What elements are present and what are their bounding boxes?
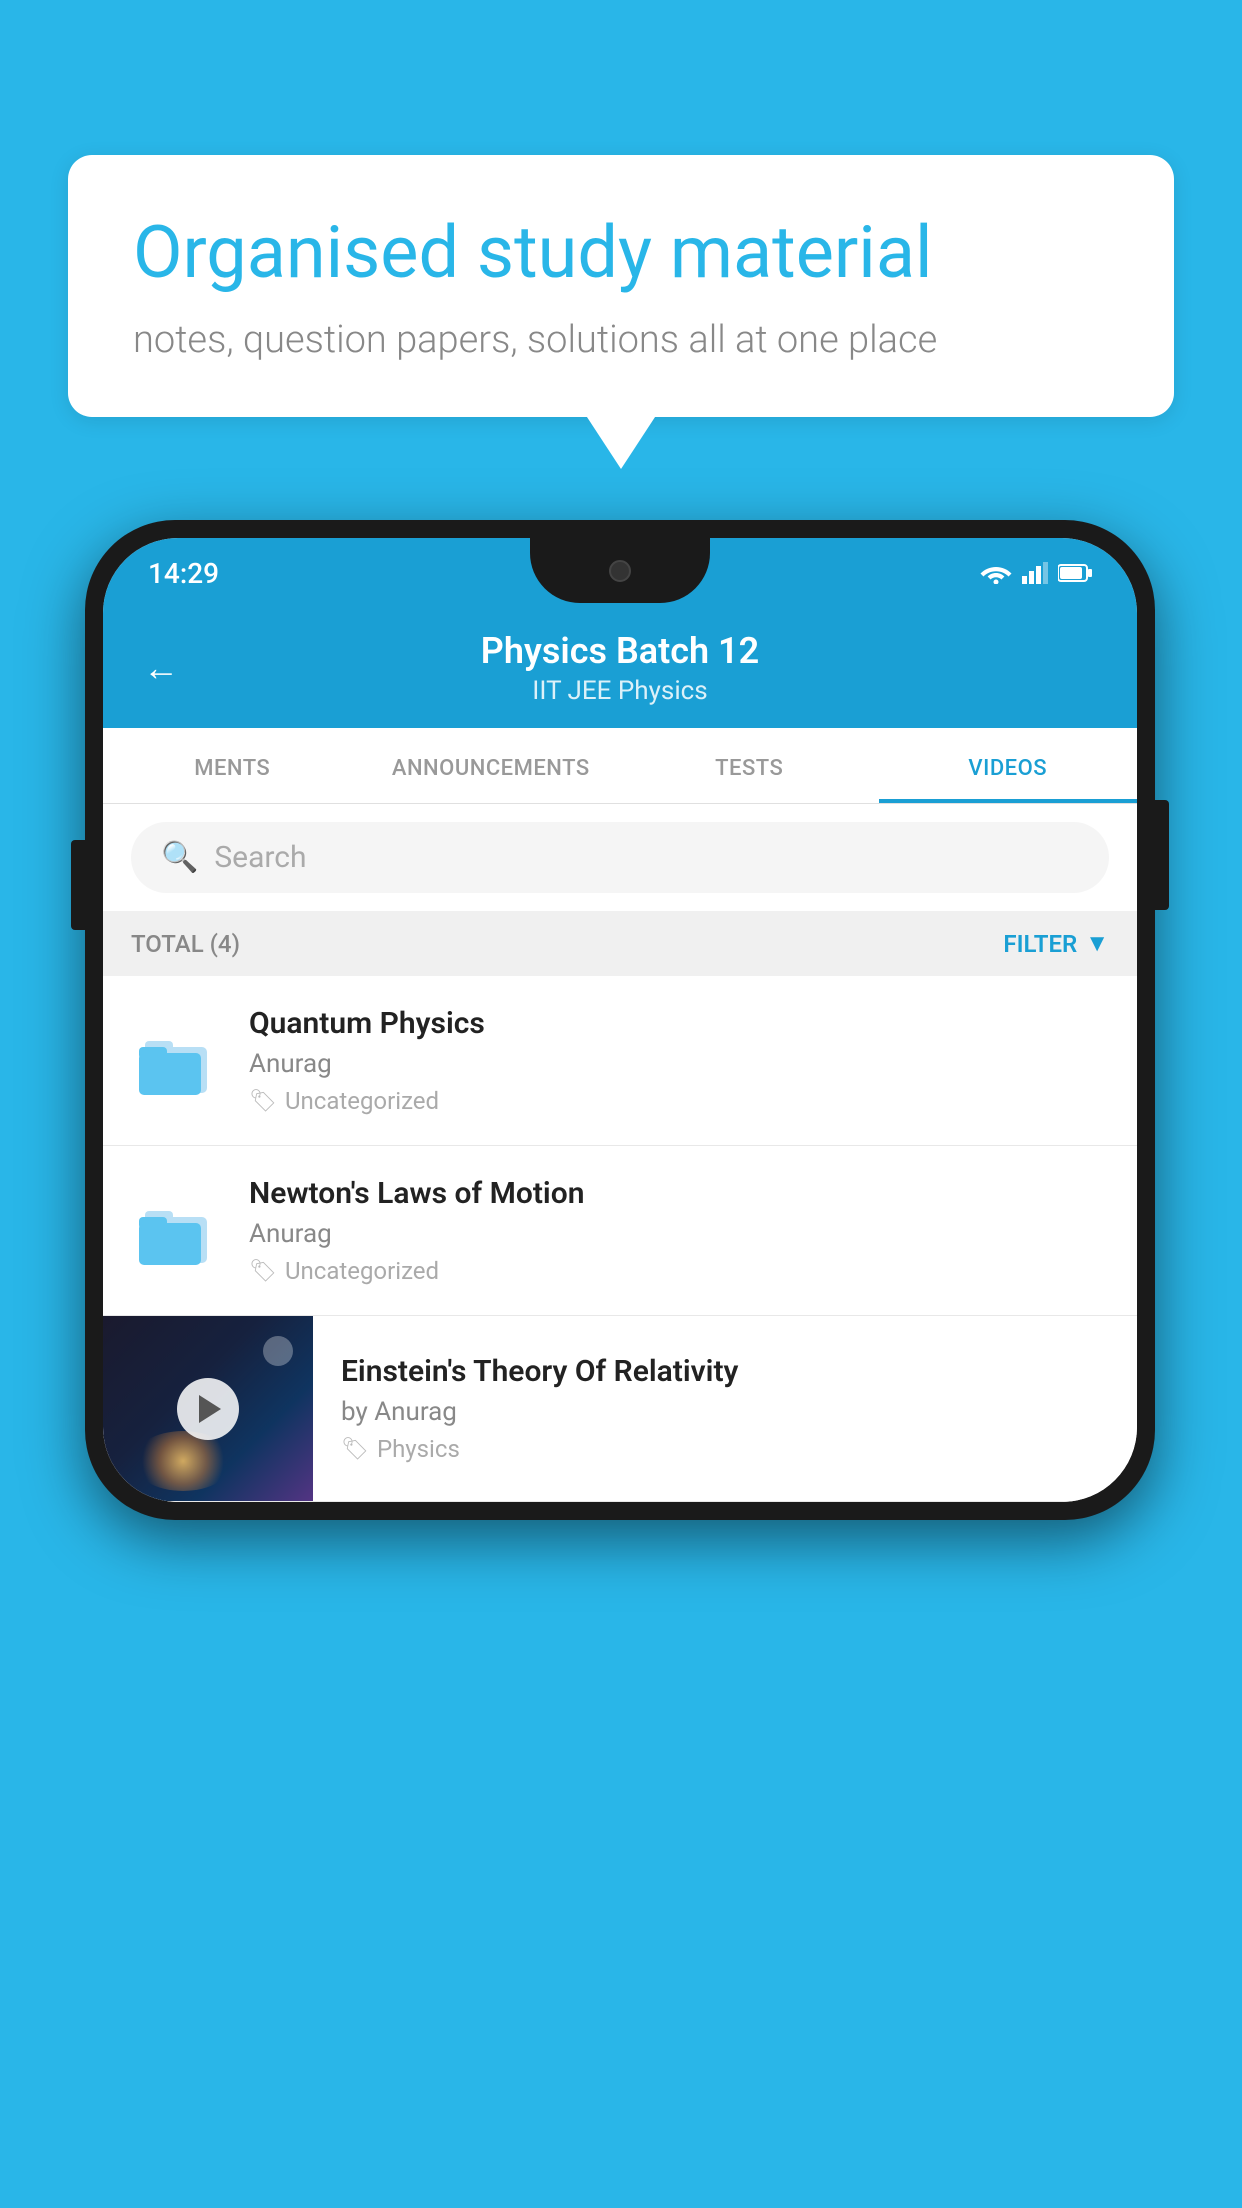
video-tag-1: 🏷 Uncategorized [249,1087,1109,1115]
video-title-2: Newton's Laws of Motion [249,1176,1109,1211]
bubble-title: Organised study material [133,210,1109,296]
tag-icon-2: 🏷 [249,1259,277,1284]
app-header: ← Physics Batch 12 IIT JEE Physics [103,608,1137,728]
list-item[interactable]: Quantum Physics Anurag 🏷 Uncategorized [103,976,1137,1146]
filter-bar: TOTAL (4) FILTER ▼ [103,911,1137,976]
list-item[interactable]: Newton's Laws of Motion Anurag 🏷 Uncateg… [103,1146,1137,1316]
filter-funnel-icon: ▼ [1085,929,1109,958]
video-info-3: Einstein's Theory Of Relativity by Anura… [313,1328,1137,1489]
battery-icon [1058,564,1092,582]
video-tag-2: 🏷 Uncategorized [249,1257,1109,1285]
notch [530,538,710,603]
status-time: 14:29 [148,557,219,590]
video-tag-text-2: Uncategorized [285,1257,439,1285]
tab-ments[interactable]: MENTS [103,728,362,803]
video-tag-3: 🏷 Physics [341,1435,1109,1463]
signal-icon [1022,562,1048,584]
video-author-3: by Anurag [341,1397,1109,1427]
folder-icon-2 [131,1186,221,1276]
tabs-bar: MENTS ANNOUNCEMENTS TESTS VIDEOS [103,728,1137,804]
phone-outer: 14:29 [85,520,1155,1520]
speech-bubble-wrapper: Organised study material notes, question… [68,155,1174,417]
search-bar[interactable]: 🔍 Search [131,822,1109,893]
video-title-1: Quantum Physics [249,1006,1109,1041]
tag-icon-1: 🏷 [249,1089,277,1114]
phone-wrapper: 14:29 [85,520,1155,1520]
video-tag-text-1: Uncategorized [285,1087,439,1115]
status-icons [980,562,1092,584]
video-list: Quantum Physics Anurag 🏷 Uncategorized [103,976,1137,1502]
video-title-3: Einstein's Theory Of Relativity [341,1354,1109,1389]
play-triangle-icon [199,1395,221,1423]
filter-label: FILTER [1003,930,1077,958]
list-item[interactable]: Einstein's Theory Of Relativity by Anura… [103,1316,1137,1502]
wifi-icon [980,562,1012,584]
tab-videos[interactable]: VIDEOS [879,728,1138,803]
header-subtitle: IIT JEE Physics [481,676,759,706]
phone-screen: 14:29 [103,538,1137,1502]
video-info-1: Quantum Physics Anurag 🏷 Uncategorized [249,1006,1109,1115]
tab-announcements[interactable]: ANNOUNCEMENTS [362,728,621,803]
video-info-2: Newton's Laws of Motion Anurag 🏷 Uncateg… [249,1176,1109,1285]
header-title: Physics Batch 12 [481,630,759,672]
search-container: 🔍 Search [103,804,1137,911]
total-count: TOTAL (4) [131,930,240,958]
play-button-3[interactable] [177,1378,239,1440]
status-bar: 14:29 [103,538,1137,608]
header-center: Physics Batch 12 IIT JEE Physics [481,630,759,706]
tab-tests[interactable]: TESTS [620,728,879,803]
camera-notch [609,560,631,582]
back-button[interactable]: ← [143,647,179,689]
filter-button[interactable]: FILTER ▼ [1003,929,1109,958]
video-tag-text-3: Physics [377,1435,460,1463]
video-author-2: Anurag [249,1219,1109,1249]
speech-bubble: Organised study material notes, question… [68,155,1174,417]
folder-icon-1 [131,1016,221,1106]
video-author-1: Anurag [249,1049,1109,1079]
bubble-subtitle: notes, question papers, solutions all at… [133,318,1109,362]
video-thumbnail-3 [103,1316,313,1501]
tag-icon-3: 🏷 [341,1437,369,1462]
search-icon: 🔍 [161,840,198,875]
search-placeholder: Search [214,840,306,875]
